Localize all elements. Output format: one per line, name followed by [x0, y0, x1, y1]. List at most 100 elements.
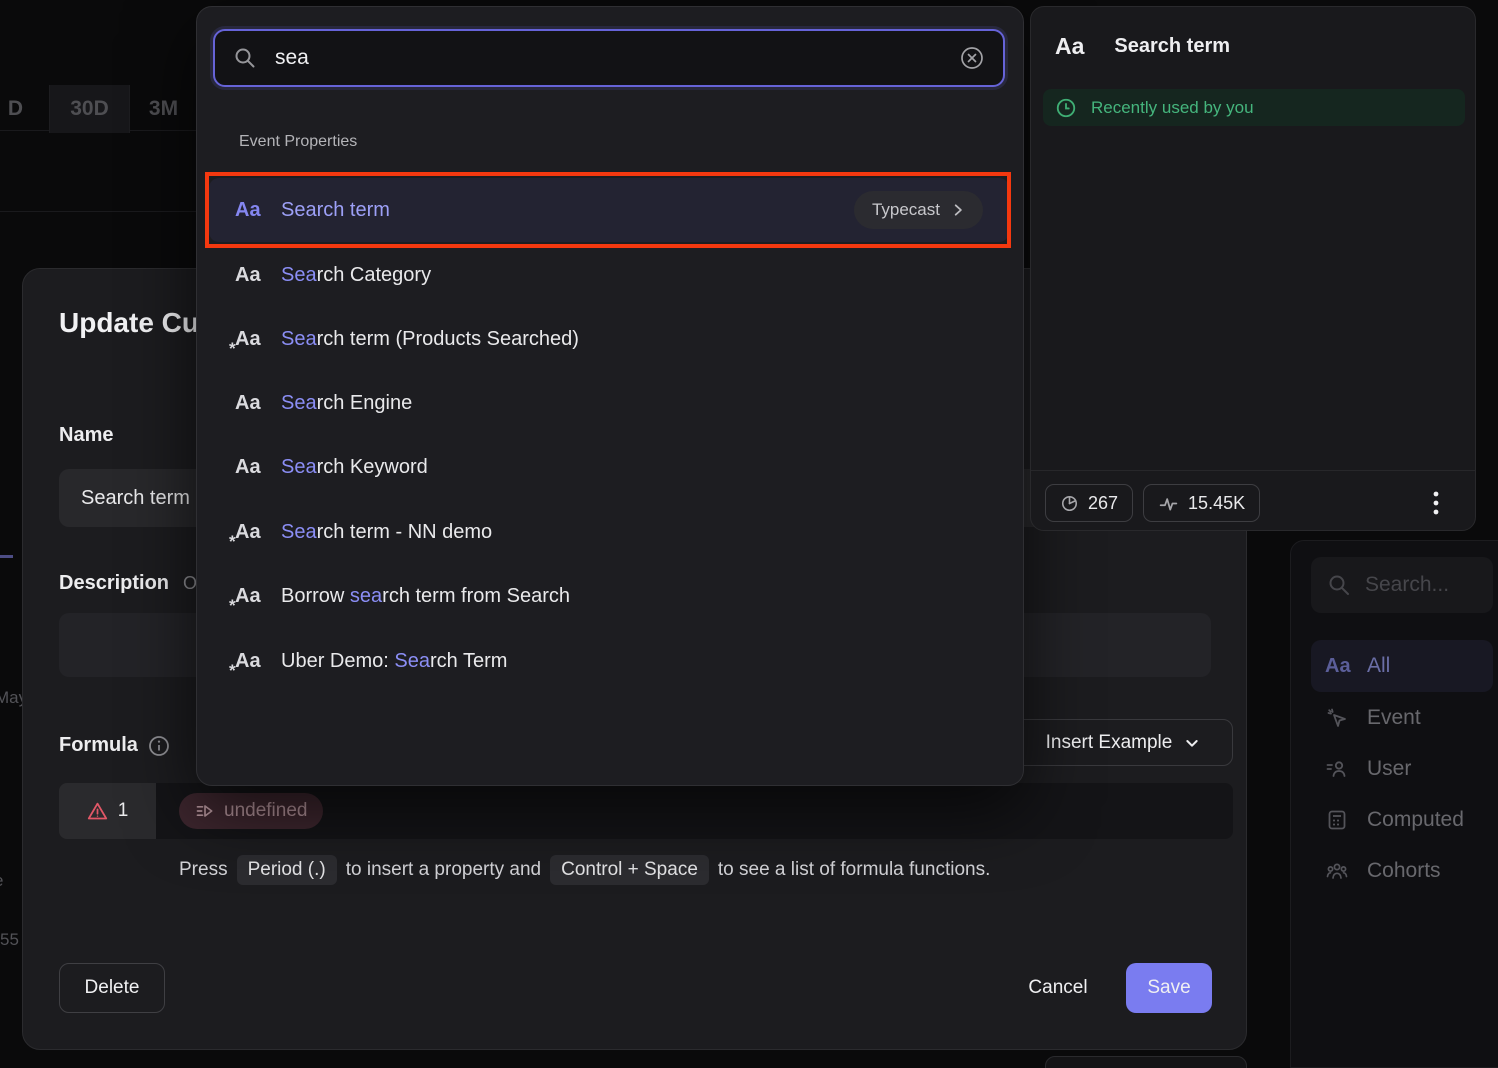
time-range-selector: D 30D 3M [0, 85, 198, 133]
clear-search-icon[interactable] [959, 45, 985, 71]
filter-item-label: Cohorts [1367, 859, 1441, 883]
kbd-control-space: Control + Space [550, 855, 709, 885]
pie-chart-icon [1060, 494, 1079, 513]
recently-used-badge: Recently used by you [1043, 89, 1465, 126]
detail-stats: 267 15.45K [1045, 484, 1260, 522]
text-property-icon: Aa [1055, 33, 1084, 60]
property-name: Search term - NN demo [281, 521, 492, 544]
insert-example-button[interactable]: Insert Example [1013, 719, 1233, 766]
result-row-uber-demo-search-term[interactable]: Aa* Uber Demo: Search Term [209, 629, 1009, 693]
result-row-search-keyword[interactable]: Aa Search Keyword [209, 435, 1009, 499]
name-label: Name [59, 424, 113, 447]
chevron-down-icon [1184, 735, 1200, 751]
filter-item-label: Event [1367, 706, 1421, 730]
warning-icon [87, 801, 108, 822]
text-property-icon: Aa [235, 264, 269, 287]
text-property-icon: Aa [235, 392, 269, 415]
save-button[interactable]: Save [1126, 963, 1212, 1013]
event-property-icon [195, 801, 215, 821]
chart-line-fragment [0, 555, 13, 558]
filter-item-computed[interactable]: Computed [1311, 794, 1493, 846]
clock-icon [1055, 97, 1077, 119]
more-options-icon[interactable] [1421, 488, 1451, 518]
typecast-button[interactable]: Typecast [854, 191, 983, 229]
chart-gridline [0, 211, 196, 212]
property-filter-panel: Search... Aa All Event User [1290, 540, 1498, 1068]
search-query: sea [275, 46, 959, 70]
hint-text: to insert a property and [346, 859, 541, 881]
property-search-input[interactable]: sea [213, 29, 1005, 87]
filter-item-all[interactable]: Aa All [1311, 640, 1493, 692]
filter-search-input[interactable]: Search... [1311, 557, 1493, 613]
result-row-search-engine[interactable]: Aa Search Engine [209, 371, 1009, 435]
kbd-period: Period (.) [237, 855, 337, 885]
pulse-icon [1158, 493, 1179, 514]
volume-value: 15.45K [1188, 493, 1245, 514]
result-row-search-term[interactable]: Aa Search term Typecast [209, 178, 1009, 242]
property-name: Borrow search term from Search [281, 585, 570, 608]
user-icon [1325, 757, 1351, 781]
hint-text: Press [179, 859, 228, 881]
formula-label-text: Formula [59, 734, 138, 757]
modal-title: Update Cu [59, 307, 199, 339]
detail-header: Aa Search term [1055, 33, 1230, 60]
time-range-3m[interactable]: 3M [130, 85, 198, 133]
time-range-30d[interactable]: 30D [50, 85, 130, 133]
property-name: Search term [281, 199, 390, 222]
search-icon [1327, 573, 1351, 597]
text-property-icon: Aa [235, 199, 269, 222]
text-property-icon: Aa [235, 456, 269, 479]
description-label-text: Description [59, 572, 169, 595]
background-panel-edge [1045, 1056, 1247, 1068]
chart-axis-label: 55 [0, 930, 19, 950]
formula-hint: Press Period (.) to insert a property an… [179, 855, 990, 885]
cardinality-value: 267 [1088, 493, 1118, 514]
error-line-number: 1 [118, 800, 129, 822]
undefined-label: undefined [224, 800, 307, 822]
calculator-icon [1325, 808, 1351, 832]
result-row-search-category[interactable]: Aa Search Category [209, 243, 1009, 307]
text-property-icon: Aa [1325, 655, 1351, 678]
property-name: Search Category [281, 264, 431, 287]
formula-label: Formula [59, 734, 170, 757]
detail-title: Search term [1114, 35, 1230, 58]
custom-text-property-icon: Aa* [235, 585, 269, 608]
recently-used-label: Recently used by you [1091, 98, 1254, 118]
formula-input-area[interactable]: undefined [156, 783, 1233, 839]
property-name: Uber Demo: Search Term [281, 650, 507, 673]
filter-item-event[interactable]: Event [1311, 692, 1493, 744]
custom-text-property-icon: Aa* [235, 650, 269, 673]
chevron-right-icon [951, 203, 965, 217]
filter-item-user[interactable]: User [1311, 743, 1493, 795]
filter-item-label: All [1367, 654, 1390, 678]
property-detail-panel: Aa Search term Recently used by you 267 … [1030, 6, 1476, 531]
formula-error-gutter: 1 [59, 783, 156, 839]
property-name: Search Engine [281, 392, 412, 415]
chart-axis-label: e [0, 871, 3, 891]
info-icon[interactable] [148, 735, 170, 757]
time-range-7d[interactable]: D [0, 85, 50, 133]
insert-example-label: Insert Example [1046, 732, 1173, 754]
search-icon [233, 46, 257, 70]
event-icon [1325, 706, 1351, 730]
formula-token-undefined[interactable]: undefined [179, 793, 323, 829]
property-search-dropdown: sea Event Properties Aa Search term Type… [196, 6, 1024, 786]
typecast-label: Typecast [872, 200, 940, 220]
cancel-button[interactable]: Cancel [1003, 963, 1113, 1013]
filter-item-label: Computed [1367, 808, 1464, 832]
property-name: Search term (Products Searched) [281, 328, 579, 351]
result-row-search-term-products[interactable]: Aa* Search term (Products Searched) [209, 307, 1009, 371]
delete-button[interactable]: Delete [59, 963, 165, 1013]
cardinality-pill[interactable]: 267 [1045, 484, 1133, 522]
result-row-search-term-nn-demo[interactable]: Aa* Search term - NN demo [209, 500, 1009, 564]
property-name: Search Keyword [281, 456, 428, 479]
result-row-borrow-search-term[interactable]: Aa* Borrow search term from Search [209, 564, 1009, 628]
app-window: D 30D 3M May e 55 Update Cu Name Search … [0, 0, 1498, 1068]
volume-pill[interactable]: 15.45K [1143, 484, 1260, 522]
formula-editor[interactable]: 1 undefined [59, 783, 1233, 839]
section-label: Event Properties [239, 133, 357, 151]
filter-item-cohorts[interactable]: Cohorts [1311, 845, 1493, 897]
filter-search-placeholder: Search... [1365, 573, 1449, 597]
cohorts-icon [1325, 859, 1351, 883]
hint-text: to see a list of formula functions. [718, 859, 990, 881]
